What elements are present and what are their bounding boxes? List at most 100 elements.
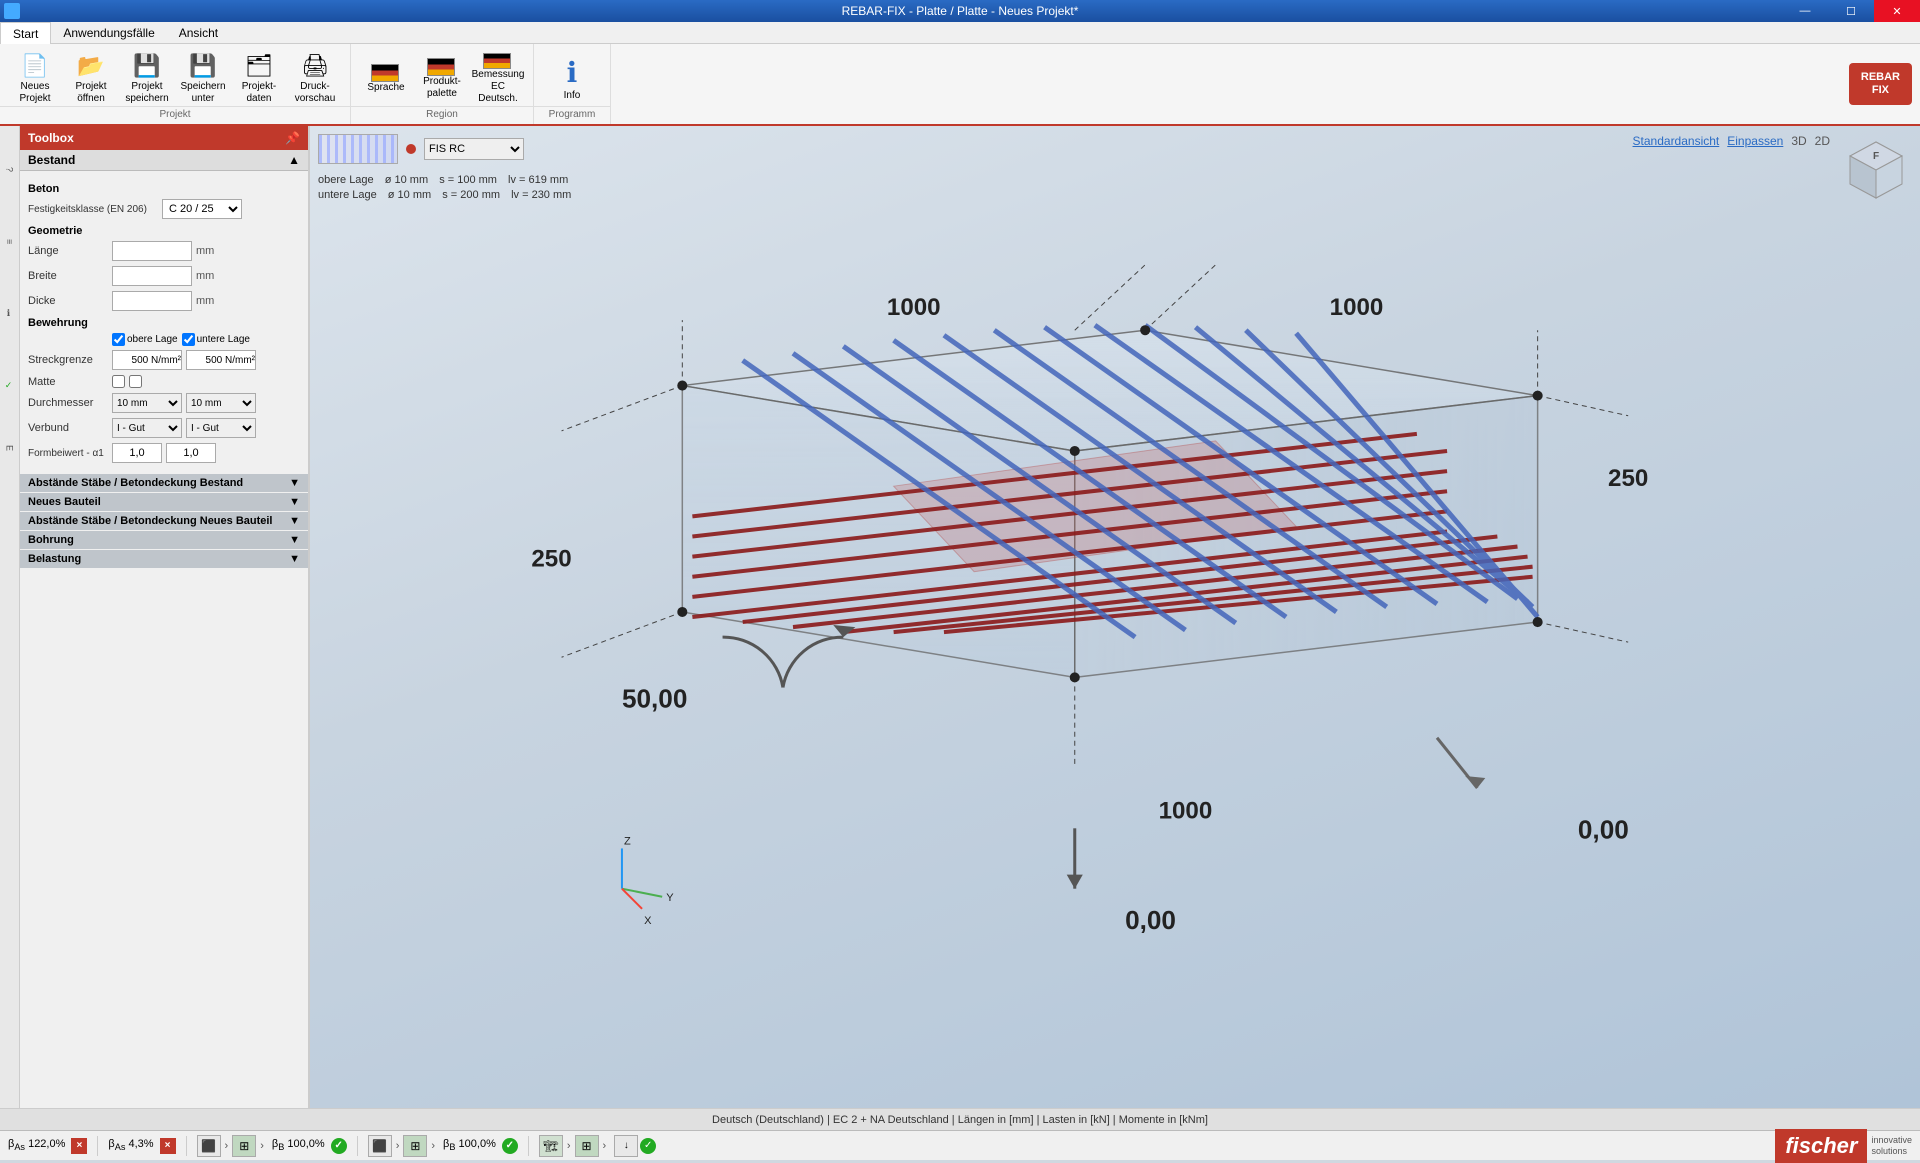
menu-anwendungsfaelle[interactable]: Anwendungsfälle (51, 22, 166, 44)
view-separator: 3D (1791, 134, 1806, 148)
formbeiwert-obere-input[interactable] (112, 443, 162, 463)
dicke-input[interactable]: 250 (112, 291, 192, 311)
verbund-label: Verbund (28, 422, 108, 434)
bestand-section-header[interactable]: Bestand ▲ (20, 150, 308, 171)
untere-layer-diam: ø 10 mm (388, 189, 431, 201)
save-project-icon: 💾 (133, 53, 160, 79)
bohrung-row[interactable]: Bohrung ▼ (20, 531, 308, 549)
dim-1000-bottom: 1000 (1159, 797, 1213, 824)
abstaende-neues-arrow: ▼ (289, 515, 300, 527)
festigkeitsklasse-label: Festigkeitsklasse (EN 206) (28, 204, 158, 215)
sidebar-tab-check[interactable]: ✓ (0, 356, 20, 416)
durchmesser-untere-select[interactable]: 10 mm (186, 393, 256, 413)
coord-0-bottom: 0,00 (1125, 905, 1176, 935)
menu-bar: Start Anwendungsfälle Ansicht (0, 22, 1920, 44)
ribbon-region: Sprache Produkt-palette BemessungEC Deut… (351, 44, 534, 124)
bottom-toolbar: βAs 122,0% × βAs 4,3% × ⬛ › ⊞ › βB 100,0… (0, 1130, 1920, 1160)
download-check: ✓ (640, 1138, 656, 1154)
beton-title: Beton (28, 183, 300, 195)
sidebar-tab-ergebnis[interactable]: E (0, 418, 20, 478)
durchmesser-obere-select[interactable]: 10 mm (112, 393, 182, 413)
sidebar-tab-anleitungen[interactable]: ? (0, 130, 20, 210)
maximize-button[interactable]: ☐ (1828, 0, 1874, 22)
neues-bauteil-row[interactable]: Neues Bauteil ▼ (20, 493, 308, 511)
bottom-icon5[interactable]: 🏗 (539, 1135, 563, 1157)
info-icon: ℹ (567, 56, 578, 90)
matte-untere-checkbox[interactable] (129, 375, 142, 388)
bottom-icon1[interactable]: ⬛ (197, 1135, 221, 1157)
bottom-icon3[interactable]: ⬛ (368, 1135, 392, 1157)
streckgrenze-label: Streckgrenze (28, 354, 108, 366)
einpassen-btn[interactable]: Einpassen (1727, 134, 1783, 148)
product-select[interactable]: FIS RC (424, 138, 524, 160)
bottom-arrow1: › (223, 1140, 231, 1152)
menu-start[interactable]: Start (0, 22, 51, 44)
festigkeitsklasse-select[interactable]: C 20 / 25 (162, 199, 242, 219)
bestand-label: Bestand (28, 153, 75, 167)
toolbox-pin[interactable]: 📌 (285, 131, 300, 145)
abstaende-bestand-row[interactable]: Abstände Stäbe / Betondeckung Bestand ▼ (20, 474, 308, 492)
formbeiwert-untere-input[interactable] (166, 443, 216, 463)
open-project-button[interactable]: 📂 Projektöffnen (64, 50, 118, 108)
belastung-label: Belastung (28, 553, 81, 565)
print-preview-button[interactable]: 🖨 Druck-vorschau (288, 50, 342, 108)
bottom-icon6[interactable]: ⊞ (575, 1135, 599, 1157)
bottom-icon4[interactable]: ⊞ (403, 1135, 427, 1157)
save-project-button[interactable]: 💾 Projektspeichern (120, 50, 174, 108)
save-as-button[interactable]: 💾 Speichernunter (176, 50, 230, 108)
logo-container: fischer (1775, 1129, 1867, 1163)
coord-0-right: 0,00 (1578, 814, 1629, 844)
stat-bas2-x[interactable]: × (160, 1138, 176, 1154)
title-bar-left (4, 3, 20, 19)
bottom-icon2[interactable]: ⊞ (232, 1135, 256, 1157)
ribbon-programm: ℹ Info Programm (534, 44, 611, 124)
standardansicht-btn[interactable]: Standardansicht (1633, 134, 1720, 148)
obere-layer-spacing: s = 100 mm (439, 174, 497, 186)
menu-ansicht[interactable]: Ansicht (167, 22, 230, 44)
belastung-row[interactable]: Belastung ▼ (20, 550, 308, 568)
breite-input[interactable]: 1000 (112, 266, 192, 286)
stat-bb2-check: ✓ (502, 1138, 518, 1154)
stat-bb2-label: βB 100,0% (443, 1138, 496, 1152)
bewehrung-title: Bewehrung (28, 317, 300, 329)
sprache-button[interactable]: Sprache (359, 50, 413, 108)
window-controls[interactable]: — ☐ ✕ (1782, 0, 1920, 22)
rebar-fix-badge: REBARFIX (1849, 63, 1912, 105)
ribbon-region-buttons: Sprache Produkt-palette BemessungEC Deut… (359, 48, 525, 110)
fischer-name: fischer (1785, 1133, 1857, 1159)
stat-bas1-x[interactable]: × (71, 1138, 87, 1154)
bottom-icon7[interactable]: ↓ (614, 1135, 638, 1157)
bestand-collapse-icon: ▲ (288, 153, 300, 167)
bohrung-arrow: ▼ (289, 534, 300, 546)
obere-lage-checkbox[interactable] (112, 333, 125, 346)
minimize-button[interactable]: — (1782, 0, 1828, 22)
project-data-button[interactable]: 🗂 Projekt-daten (232, 50, 286, 108)
info-button[interactable]: ℹ Info (542, 48, 602, 110)
verbund-obere-select[interactable]: I - Gut (112, 418, 182, 438)
streckgrenze-obere-input[interactable] (112, 350, 182, 370)
abstaende-neues-row[interactable]: Abstände Stäbe / Betondeckung Neues Baut… (20, 512, 308, 530)
laenge-input[interactable]: 1000 (112, 241, 192, 261)
view-2d-btn[interactable]: 2D (1815, 134, 1830, 148)
bemessung-button[interactable]: BemessungEC Deutsch. (471, 50, 525, 108)
viewport-3d[interactable]: FIS RC obere Lage ø 10 mm s = 100 mm lv … (310, 126, 1920, 1108)
matte-obere-checkbox[interactable] (112, 375, 125, 388)
obere-layer-lv: lv = 619 mm (508, 174, 568, 186)
festigkeitsklasse-row: Festigkeitsklasse (EN 206) C 20 / 25 (28, 199, 300, 219)
viewport-toolbar: Standardansicht Einpassen 3D 2D (1633, 134, 1830, 148)
sidebar-tab-2[interactable]: ≡ (0, 212, 20, 272)
verbund-untere-select[interactable]: I - Gut (186, 418, 256, 438)
open-project-icon: 📂 (77, 53, 104, 79)
formbeiwert-label: Formbeiwert - α1 (28, 448, 108, 459)
sep4 (528, 1136, 529, 1156)
untere-lage-checkbox[interactable] (182, 333, 195, 346)
close-button[interactable]: ✕ (1874, 0, 1920, 22)
sidebar-tab-produktinfo[interactable]: ℹ (0, 274, 20, 354)
untere-layer-spacing: s = 200 mm (442, 189, 500, 201)
dim-250-right-top: 250 (1608, 465, 1648, 492)
new-project-button[interactable]: 📄 NeuesProjekt (8, 50, 62, 108)
matte-row: Matte (28, 375, 300, 388)
dim-1000-top-right: 1000 (1330, 294, 1384, 321)
produktpalette-button[interactable]: Produkt-palette (415, 50, 469, 108)
streckgrenze-untere-input[interactable] (186, 350, 256, 370)
